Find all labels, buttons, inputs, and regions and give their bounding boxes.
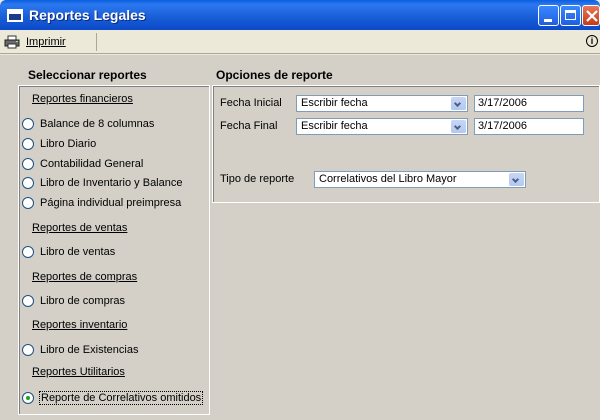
radio-balance-8-columnas[interactable]: Balance de 8 columnas — [22, 118, 154, 130]
radio-circle[interactable] — [22, 295, 34, 307]
input-value: 3/17/2006 — [478, 97, 527, 109]
radio-pagina-individual[interactable]: Página individual preimpresa — [22, 197, 181, 209]
radio-circle[interactable] — [22, 197, 34, 209]
maximize-button[interactable] — [560, 5, 581, 26]
fecha-inicial-mode-select[interactable]: Escribir fecha — [296, 95, 468, 112]
select-reports-header: Seleccionar reportes — [28, 68, 147, 82]
radio-circle[interactable] — [22, 246, 34, 258]
toolbar-separator — [96, 33, 97, 51]
radio-libro-existencias[interactable]: Libro de Existencias — [22, 344, 138, 356]
radio-label: Balance de 8 columnas — [40, 118, 155, 130]
section-ventas: Reportes de ventas — [32, 222, 128, 234]
window-icon — [7, 9, 23, 22]
radio-label: Libro Diario — [40, 138, 97, 150]
radio-circle[interactable] — [22, 158, 34, 170]
chevron-down-icon[interactable] — [451, 97, 466, 110]
radio-label: Libro de compras — [40, 295, 125, 307]
printer-icon — [4, 35, 20, 49]
radio-libro-diario[interactable]: Libro Diario — [22, 138, 96, 150]
select-value: Correlativos del Libro Mayor — [319, 173, 457, 185]
fecha-final-date-input[interactable]: 3/17/2006 — [474, 118, 584, 135]
chevron-down-icon[interactable] — [451, 120, 466, 133]
radio-label: Contabilidad General — [40, 158, 144, 170]
input-value: 3/17/2006 — [478, 120, 527, 132]
tipo-reporte-label: Tipo de reporte — [220, 173, 295, 185]
info-icon[interactable]: i — [586, 35, 598, 47]
radio-label: Libro de Existencias — [40, 344, 139, 356]
radio-libro-compras[interactable]: Libro de compras — [22, 295, 125, 307]
section-inventario: Reportes inventario — [32, 319, 128, 331]
toolbar: Imprimir i — [0, 30, 600, 54]
fecha-final-mode-select[interactable]: Escribir fecha — [296, 118, 468, 135]
select-reports-panel: Seleccionar reportes Reportes financiero… — [12, 63, 210, 415]
section-utilitarios: Reportes Utilitarios — [32, 366, 125, 378]
radio-label: Libro de Inventario y Balance — [40, 177, 183, 189]
close-icon — [586, 10, 598, 22]
tipo-reporte-select[interactable]: Correlativos del Libro Mayor — [314, 171, 526, 188]
radio-label: Libro de ventas — [40, 246, 116, 258]
radio-circle[interactable] — [22, 118, 34, 130]
radio-circle-checked[interactable] — [22, 392, 34, 404]
fecha-inicial-date-input[interactable]: 3/17/2006 — [474, 95, 584, 112]
print-label: Imprimir — [26, 36, 66, 48]
radio-label: Página individual preimpresa — [40, 197, 182, 209]
radio-libro-ventas[interactable]: Libro de ventas — [22, 246, 115, 258]
select-value: Escribir fecha — [301, 97, 368, 109]
select-value: Escribir fecha — [301, 120, 368, 132]
close-button[interactable] — [582, 5, 600, 26]
radio-contabilidad-general[interactable]: Contabilidad General — [22, 158, 143, 170]
report-options-header: Opciones de reporte — [216, 68, 333, 82]
section-compras: Reportes de compras — [32, 271, 138, 283]
content-area: Seleccionar reportes Reportes financiero… — [0, 55, 600, 420]
title-bar[interactable]: Reportes Legales — [0, 0, 600, 30]
fecha-final-label: Fecha Final — [220, 120, 278, 132]
window: Reportes Legales Imprimir i Seleccionar … — [0, 0, 600, 420]
report-options-panel: Opciones de reporte Fecha Inicial Escrib… — [206, 63, 600, 208]
radio-libro-inventario-balance[interactable]: Libro de Inventario y Balance — [22, 177, 182, 189]
radio-circle[interactable] — [22, 138, 34, 150]
radio-correlativos-omitidos[interactable]: Reporte de Correlativos omitidos — [22, 391, 204, 405]
radio-circle[interactable] — [22, 344, 34, 356]
window-title: Reportes Legales — [29, 7, 146, 23]
chevron-down-icon[interactable] — [509, 173, 524, 186]
print-button[interactable]: Imprimir — [4, 32, 66, 52]
radio-circle[interactable] — [22, 177, 34, 189]
minimize-button[interactable] — [538, 5, 559, 26]
fecha-inicial-label: Fecha Inicial — [220, 97, 282, 109]
radio-label: Reporte de Correlativos omitidos — [38, 391, 204, 405]
section-financieros: Reportes financieros — [32, 93, 133, 105]
